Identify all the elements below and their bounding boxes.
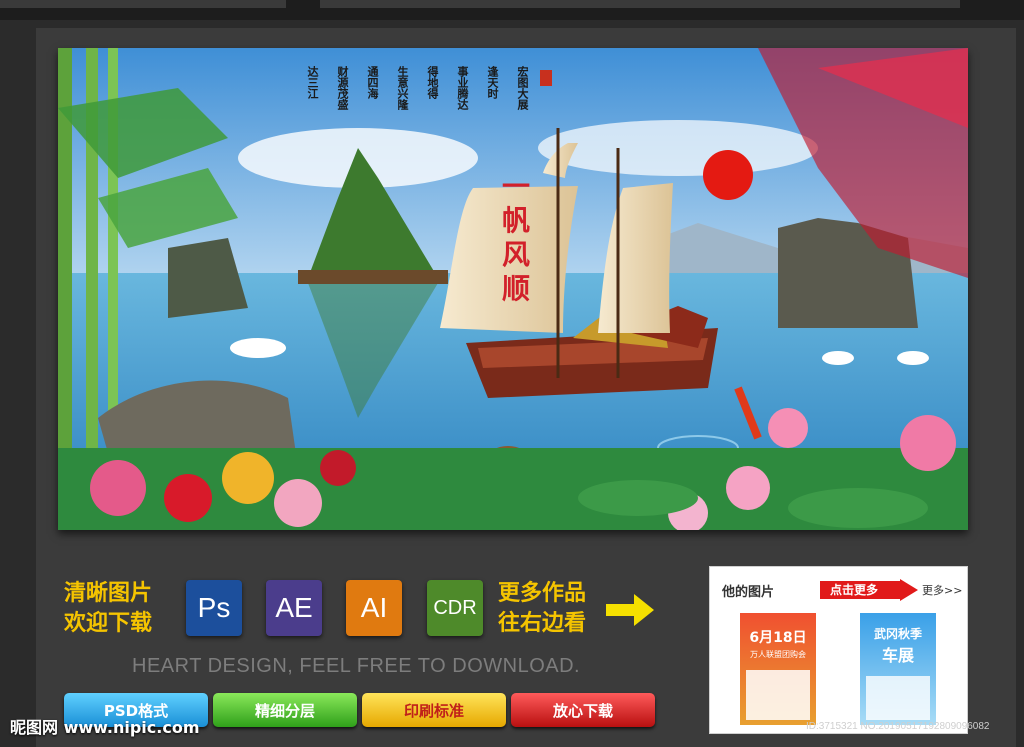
promo-left-line2: 欢迎下载 bbox=[64, 611, 153, 636]
more-link[interactable]: 更多>> bbox=[922, 582, 962, 598]
sail-char: 风 bbox=[501, 238, 530, 271]
poem-column: 财源茂盛 bbox=[336, 66, 349, 110]
safe-download-button[interactable]: 放心下载 bbox=[511, 693, 655, 727]
thumb2-title: 武冈秋季 bbox=[873, 627, 922, 641]
seal-stamp bbox=[540, 70, 552, 86]
ai-badge: AI bbox=[346, 580, 402, 636]
thumb1-date: 6月18日 bbox=[749, 630, 807, 646]
thumbnail-flyer-1[interactable]: 6月18日 万人联盟团购会 bbox=[740, 613, 816, 725]
promo-right-line2: 往右边看 bbox=[498, 611, 587, 636]
top-bar-segment bbox=[0, 0, 286, 8]
poem-column: 逢天时 bbox=[486, 66, 499, 99]
poem-column: 宏图大展 bbox=[516, 66, 529, 110]
click-more-label: 点击更多 bbox=[830, 582, 878, 597]
sail-slogan: 一 帆 风 顺 bbox=[486, 170, 546, 306]
poem-column: 得地得 bbox=[426, 66, 439, 99]
promo-right-line1: 更多作品 bbox=[498, 581, 587, 606]
top-bar bbox=[0, 0, 1024, 20]
thumb2-subtitle: 车展 bbox=[881, 646, 914, 665]
sail-char: 顺 bbox=[501, 272, 530, 305]
thumbnail-flyer-2[interactable]: 武冈秋季 车展 bbox=[860, 613, 936, 725]
other-images-panel: 他的图片 点击更多 更多>> 6月18日 万人联盟团购会 武冈秋季 车展 bbox=[709, 566, 968, 734]
poem-column: 事业腾达 bbox=[456, 66, 469, 110]
poem-column: 达三江 bbox=[306, 66, 319, 99]
thumb1-line: 万人联盟团购会 bbox=[750, 650, 806, 659]
cdr-badge: CDR bbox=[427, 580, 483, 636]
design-slogan: HEART DESIGN, FEEL FREE TO DOWNLOAD. bbox=[132, 655, 581, 677]
panel-title: 他的图片 bbox=[722, 585, 775, 600]
arrow-right-icon bbox=[606, 594, 654, 626]
fine-layers-button[interactable]: 精细分层 bbox=[213, 693, 357, 727]
thumb1-image bbox=[746, 670, 810, 720]
poem-column: 生意兴隆 bbox=[396, 66, 409, 110]
promo-left-line1: 清晰图片 bbox=[64, 581, 153, 606]
ps-badge: Ps bbox=[186, 580, 242, 636]
poem: 宏图大展 逢天时 事业腾达 得地得 生意兴隆 通四海 财源茂盛 达三江 bbox=[290, 66, 530, 136]
sail-char: 一 bbox=[501, 170, 530, 203]
watermark-right: ID:3715321 NO:20190517192809096082 bbox=[806, 721, 990, 732]
print-standard-button[interactable]: 印刷标准 bbox=[362, 693, 506, 727]
watermark-left: 昵图网 www.nipic.com bbox=[10, 718, 200, 737]
thumb2-image bbox=[866, 676, 930, 720]
sail-char: 帆 bbox=[501, 204, 530, 237]
poem-column: 通四海 bbox=[366, 66, 379, 99]
top-bar-segment bbox=[320, 0, 960, 8]
click-more-button[interactable]: 点击更多 bbox=[820, 579, 918, 601]
ae-badge: AE bbox=[266, 580, 322, 636]
